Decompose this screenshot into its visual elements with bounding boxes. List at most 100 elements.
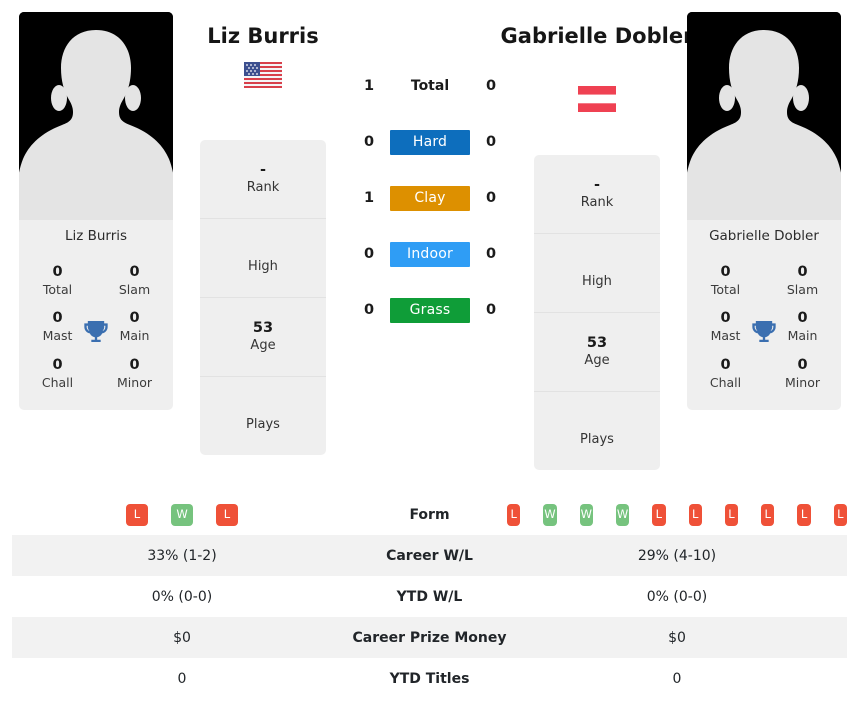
rank-panel: - Rank bbox=[200, 140, 326, 219]
form-badge-win[interactable]: W bbox=[579, 503, 593, 526]
rank-label: Rank bbox=[580, 195, 614, 210]
rank-panel: - Rank bbox=[534, 155, 660, 234]
at-flag-icon bbox=[578, 86, 616, 112]
title-cell: 0 Chall bbox=[687, 350, 764, 396]
row-value-left: $0 bbox=[173, 629, 191, 646]
title-label: Chall bbox=[709, 374, 742, 390]
title-value: 0 bbox=[129, 356, 140, 373]
title-value: 0 bbox=[129, 263, 140, 280]
table-row: 0 YTD Titles 0 bbox=[12, 658, 847, 699]
player-card-right[interactable]: Gabrielle Dobler 0 Total 0 Slam 0 Mast 0… bbox=[687, 12, 841, 411]
h2h-row-grass: 0 Grass 0 bbox=[340, 282, 520, 338]
player-name-left: Liz Burris bbox=[207, 24, 319, 48]
form-badge-loss[interactable]: L bbox=[833, 503, 847, 526]
player-photo-caption-left: Liz Burris bbox=[64, 228, 128, 244]
age-label: Age bbox=[250, 337, 276, 353]
h2h-left-score: 0 bbox=[363, 134, 375, 150]
h2h-right-score: 0 bbox=[485, 302, 497, 318]
h2h-left-score: 1 bbox=[363, 78, 375, 94]
trophy-icon bbox=[750, 318, 778, 346]
comparison-table: LWL Form LWWWLLLLLL 33% (1-2) Career W/L… bbox=[12, 494, 847, 699]
form-strip-right: LWWWLLLLLL bbox=[507, 503, 847, 526]
form-badge-loss[interactable]: L bbox=[652, 503, 666, 526]
row-value-left: 0 bbox=[177, 670, 187, 687]
h2h-row-total: 1 Total 0 bbox=[340, 58, 520, 114]
title-value: 0 bbox=[720, 263, 731, 280]
h2h-left-score: 1 bbox=[363, 190, 375, 206]
form-badge-loss[interactable]: L bbox=[761, 503, 775, 526]
h2h-left-score: 0 bbox=[363, 302, 375, 318]
title-cell: 0 Chall bbox=[19, 350, 96, 396]
player-avatar-left bbox=[19, 12, 173, 220]
player-name-right: Gabrielle Dobler bbox=[500, 24, 694, 48]
plays-label: Plays bbox=[580, 431, 614, 447]
surface-badge-hard: Hard bbox=[390, 129, 470, 155]
high-panel: High bbox=[534, 234, 660, 313]
title-label: Total bbox=[710, 282, 741, 298]
head-to-head-scoreboard: 1 Total 0 0 Hard 0 1 Clay 0 0 Indoor 0 0 bbox=[340, 58, 520, 338]
rank-value: - bbox=[593, 177, 601, 193]
title-value: 0 bbox=[52, 263, 63, 280]
title-label: Slam bbox=[118, 282, 151, 298]
form-strip-left: LWL bbox=[12, 503, 352, 526]
title-label: Minor bbox=[117, 374, 152, 390]
plays-panel: Plays bbox=[200, 377, 326, 455]
title-cell: 0 Slam bbox=[764, 257, 841, 303]
title-grid-left: 0 Total 0 Slam 0 Mast 0 Main 0 Chall 0 M… bbox=[19, 253, 173, 410]
form-badge-loss[interactable]: L bbox=[126, 503, 148, 526]
h2h-comparison-page: Liz Burris 0 Total 0 Slam 0 Mast 0 Main … bbox=[0, 0, 859, 705]
row-value-left: 33% (1-2) bbox=[147, 547, 217, 564]
plays-value bbox=[204, 399, 322, 417]
high-panel: High bbox=[200, 219, 326, 298]
row-value-right: $0 bbox=[668, 629, 686, 646]
player-card-left[interactable]: Liz Burris 0 Total 0 Slam 0 Mast 0 Main … bbox=[19, 12, 173, 411]
row-label: Career Prize Money bbox=[352, 629, 507, 646]
title-cell: 0 Total bbox=[687, 257, 764, 303]
row-label: Career W/L bbox=[386, 547, 473, 564]
row-label: YTD Titles bbox=[389, 670, 470, 687]
row-value-left: 0% (0-0) bbox=[151, 588, 213, 605]
title-value: 0 bbox=[797, 356, 808, 373]
high-label: High bbox=[582, 273, 612, 289]
form-badge-win[interactable]: W bbox=[171, 503, 193, 526]
title-grid-right: 0 Total 0 Slam 0 Mast 0 Main 0 Chall 0 M… bbox=[687, 253, 841, 410]
form-badge-loss[interactable]: L bbox=[724, 503, 739, 526]
form-badge-loss[interactable]: L bbox=[507, 503, 521, 526]
title-value: 0 bbox=[52, 356, 63, 373]
title-label: Slam bbox=[786, 282, 819, 298]
form-badge-win[interactable]: W bbox=[543, 503, 557, 526]
form-badge-loss[interactable]: L bbox=[216, 503, 238, 526]
trophy-icon bbox=[82, 318, 110, 346]
form-badge-loss[interactable]: L bbox=[688, 503, 702, 526]
title-cell: 0 Minor bbox=[96, 350, 173, 396]
row-label: Form bbox=[409, 506, 450, 523]
title-value: 0 bbox=[720, 356, 731, 373]
row-value-right: 0% (0-0) bbox=[646, 588, 708, 605]
rank-label: Rank bbox=[246, 180, 280, 195]
h2h-left-score: 0 bbox=[363, 246, 375, 262]
table-row: 33% (1-2) Career W/L 29% (4-10) bbox=[12, 535, 847, 576]
h2h-right-score: 0 bbox=[485, 78, 497, 94]
high-value bbox=[538, 256, 656, 274]
title-label: Minor bbox=[785, 374, 820, 390]
high-label: High bbox=[248, 258, 278, 274]
surface-badge-indoor: Indoor bbox=[390, 241, 470, 267]
title-value: 0 bbox=[797, 263, 808, 280]
form-badge-win[interactable]: W bbox=[615, 503, 630, 526]
form-badge-loss[interactable]: L bbox=[797, 503, 811, 526]
surface-badge-grass: Grass bbox=[390, 297, 470, 323]
h2h-right-score: 0 bbox=[485, 134, 497, 150]
plays-panel: Plays bbox=[534, 392, 660, 470]
age-panel: 53 Age bbox=[534, 313, 660, 392]
age-value: 53 bbox=[252, 319, 274, 336]
player-photo-caption-right: Gabrielle Dobler bbox=[709, 228, 819, 244]
rank-panel-column-right: - Rank High 53 Age Plays bbox=[534, 155, 660, 470]
row-label: YTD W/L bbox=[396, 588, 463, 605]
rank-panel-column-left: - Rank High 53 Age Plays bbox=[200, 140, 326, 455]
surface-badge-clay: Clay bbox=[390, 185, 470, 211]
age-label: Age bbox=[584, 352, 610, 368]
plays-value bbox=[538, 414, 656, 432]
h2h-right-score: 0 bbox=[485, 190, 497, 206]
title-cell: 0 Slam bbox=[96, 257, 173, 303]
us-flag-icon bbox=[244, 62, 282, 88]
